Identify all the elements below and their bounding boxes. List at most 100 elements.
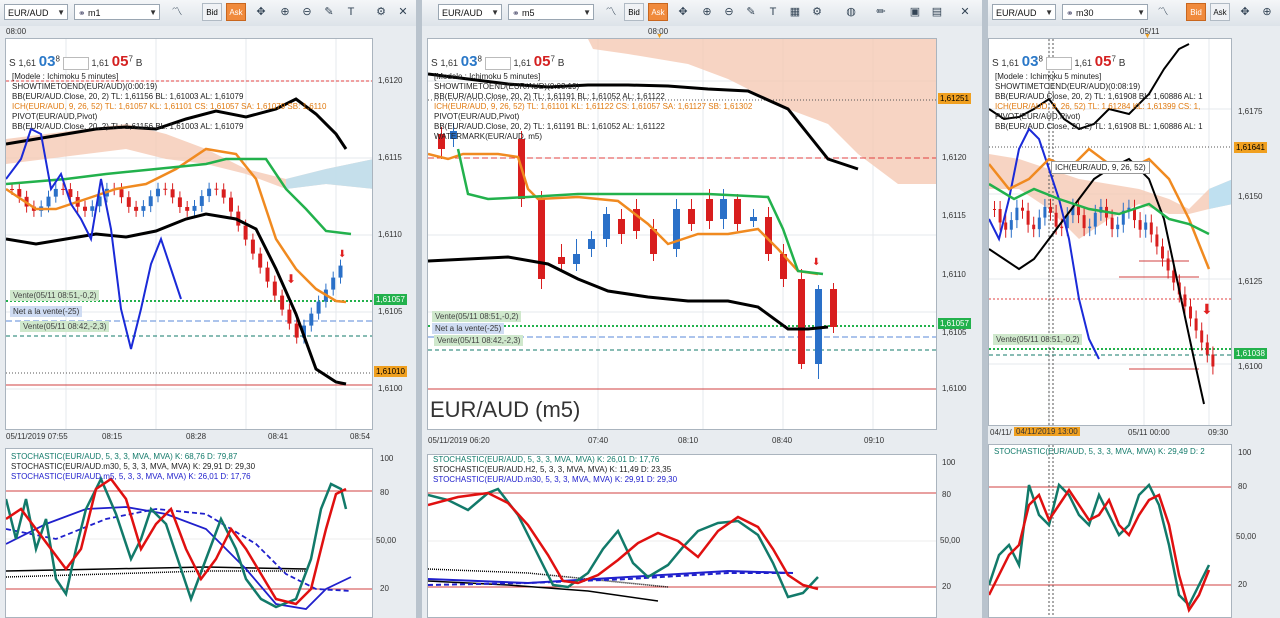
stochastic-chart[interactable]: STOCHASTIC(EUR/AUD, 5, 3, 3, MVA, MVA) K… [427,454,937,618]
indicator-line[interactable]: BB(EUR/AUD.Close, 20, 2) TL: 1,61191 BL:… [434,122,752,132]
x-tick: 08:54 [350,432,371,441]
sell-price-big[interactable]: 03 [39,53,56,70]
stochastic-line[interactable]: STOCHASTIC(EUR/AUD.m30, 5, 3, 3, MVA, MV… [11,462,255,472]
crosshair-icon[interactable]: ✥ [1236,3,1254,21]
indicator-line[interactable]: ICH(EUR/AUD, 9, 26, 52) TL: 1,61101 KL: … [434,102,752,112]
net-position-tag[interactable]: Net a la vente(-25) [10,306,83,317]
candle-body [250,239,255,254]
text-icon[interactable]: T [342,3,360,21]
sell-price-big[interactable]: 03 [1022,53,1039,70]
indicator-line[interactable]: PIVOT(EUR/AUD,Pivot) [12,112,326,122]
candle-body [141,206,146,211]
ask-button[interactable]: Ask [648,3,668,21]
indicator-legend: [Modele : Ichimoku 5 minutes] SHOWTIMETO… [12,72,326,132]
quantity-input[interactable] [1045,56,1072,70]
bid-button[interactable]: Bid [624,3,644,21]
price-tag: 1,61010 [374,366,407,377]
symbol-select[interactable]: EUR/AUD ▼ [438,4,502,20]
buy-price-big[interactable]: 05 [1095,53,1112,70]
indicator-line[interactable]: [Modele : Ichimoku 5 minutes] [995,72,1203,82]
ask-button[interactable]: Ask [1210,3,1230,21]
indicator-line[interactable]: BB(EUR/AUD.Close, 20, 2) TL: 1,61908 BL:… [995,122,1203,132]
draw-icon[interactable]: ✎ [320,3,338,21]
stochastic-chart[interactable]: STOCHASTIC(EUR/AUD, 5, 3, 3, MVA, MVA) K… [5,448,373,618]
line-chart-icon[interactable]: 〽 [1154,3,1172,21]
indicator-line[interactable]: BB(EUR/AUD.Close, 20, 2) TL: 1,61156 BL:… [12,122,326,132]
stochastic-line[interactable]: STOCHASTIC(EUR/AUD.m30, 5, 3, 3, MVA, MV… [433,475,677,485]
image-icon[interactable]: ▣ [906,3,924,21]
stochastic-line[interactable]: STOCHASTIC(EUR/AUD.m5, 5, 3, 3, MVA, MVA… [11,472,255,482]
trade-tag[interactable]: Vente(05/11 08:51,-0,2) [993,334,1083,345]
buy-price-big[interactable]: 05 [534,53,551,70]
indicator-line[interactable]: BB(EUR/AUD.Close, 20, 2) TL: 1,61908 BL:… [995,92,1203,102]
calendar-icon[interactable]: ▦ [786,3,804,21]
stochastic-line[interactable]: STOCHASTIC(EUR/AUD, 5, 3, 3, MVA, MVA) K… [11,452,255,462]
symbol-select[interactable]: EUR/AUD ▼ [4,4,68,20]
candle-body [1054,212,1058,227]
stochastic-line[interactable]: STOCHASTIC(EUR/AUD.H2, 5, 3, 3, MVA, MVA… [433,465,677,475]
price-chart[interactable]: ⬇ ⬇ EUR/AUD (m5) S 1,61 038 1,61 057 B [… [427,38,937,430]
crosshair-icon[interactable]: ✥ [674,3,692,21]
price-chart[interactable]: ⬇ ⬇ S 1,61 038 1,61 057 B [Modele : Ichi… [5,38,373,430]
trade-tag[interactable]: Vente(05/11 08:51,-0,2) [432,311,522,322]
buy-price-big[interactable]: 05 [112,53,129,70]
timeframe-select[interactable]: ⚭ m1 ▼ [74,4,160,20]
draw-icon[interactable]: ✎ [742,3,760,21]
price-chart[interactable]: ⬇ S 1,61 038 1,61 057 B [Modele : Ichimo… [988,38,1232,426]
bid-button[interactable]: Bid [202,3,222,21]
x-tick: 08:40 [772,436,793,445]
stochastic-chart[interactable]: STOCHASTIC(EUR/AUD, 5, 3, 3, MVA, MVA) K… [988,444,1232,618]
trade-tag[interactable]: Vente(05/11 08:42,-2,3) [434,335,524,346]
candle-body [90,206,95,211]
ruler-icon[interactable]: ✏ [872,3,890,21]
gear-icon[interactable]: ⚙ [372,3,390,21]
sell-price-big[interactable]: 03 [461,53,478,70]
text-icon[interactable]: T [764,3,782,21]
bid-button[interactable]: Bid [1186,3,1206,21]
zoom-in-icon[interactable]: ⊕ [1258,3,1276,21]
zoom-out-icon[interactable]: ⊖ [720,3,738,21]
trade-tag[interactable]: Vente(05/11 08:42,-2,3) [20,321,110,332]
indicator-line[interactable]: SHOWTIMETOEND(EUR/AUD)(0:08:19) [995,82,1203,92]
crosshair-icon[interactable]: ✥ [252,3,270,21]
timeframe-label: m5 [522,8,535,18]
indicator-line[interactable]: SHOWTIMETOEND(EUR/AUD)(0:00:19) [12,82,326,92]
stochastic-line[interactable]: STOCHASTIC(EUR/AUD, 5, 3, 3, MVA, MVA) K… [994,447,1205,457]
chart-toolbar: EUR/AUD ▼ ⚭ m1 ▼ 〽 Bid Ask ✥ ⊕ ⊖ ✎ T ⚙ ✕ [0,0,416,27]
indicator-line[interactable]: WATERMARK(EUR/AUD, m5) [434,132,752,142]
stochastic-line[interactable]: STOCHASTIC(EUR/AUD, 5, 3, 3, MVA, MVA) K… [433,455,677,465]
candle-body [1161,246,1164,259]
indicator-line[interactable]: [Modele : Ichimoku 5 minutes] [12,72,326,82]
quote-box: S 1,61 038 1,61 057 B [9,53,142,70]
candle-body [1093,212,1097,227]
indicator-line[interactable]: BB(EUR/AUD.Close, 20, 2) TL: 1,61191 BL:… [434,92,752,102]
indicator-line[interactable]: ICH(EUR/AUD, 9, 26, 52) TL: 1,61284 KL: … [995,102,1203,112]
zoom-out-icon[interactable]: ⊖ [298,3,316,21]
candle-body [316,301,321,314]
net-position-tag[interactable]: Net a la vente(-25) [432,323,505,334]
indicator-line[interactable]: [Modele : Ichimoku 5 minutes] [434,72,752,82]
timeframe-select[interactable]: ⚭ m5 ▼ [508,4,594,20]
indicator-line[interactable]: PIVOT(EUR/AUD,Pivot) [434,112,752,122]
close-icon[interactable]: ✕ [956,3,974,21]
indicator-line[interactable]: ICH(EUR/AUD, 9, 26, 52) TL: 1,61057 KL: … [12,102,326,112]
timeframe-select[interactable]: ⚭ m30 ▼ [1062,4,1148,20]
ask-button[interactable]: Ask [226,3,246,21]
zoom-in-icon[interactable]: ⊕ [698,3,716,21]
close-icon[interactable]: ✕ [394,3,412,21]
line-chart-icon[interactable]: 〽 [168,3,186,21]
quantity-input[interactable] [484,56,511,70]
settings-icon[interactable]: ⚙ [808,3,826,21]
zoom-in-icon[interactable]: ⊕ [276,3,294,21]
candle-body [1200,330,1204,343]
indicator-line[interactable]: PIVOT(EUR/AUD,Pivot) [995,112,1203,122]
indicator-line[interactable]: BB(EUR/AUD.Close, 20, 2) TL: 1,61156 BL:… [12,92,326,102]
quantity-input[interactable] [62,56,89,70]
export-icon[interactable]: ▤ [928,3,946,21]
indicator-line[interactable]: SHOWTIMETOEND(EUR/AUD)(0:03:19) [434,82,752,92]
line-chart-icon[interactable]: 〽 [602,3,620,21]
sell-price-small: 1,61 [18,58,36,68]
trade-tag[interactable]: Vente(05/11 08:51,-0,2) [10,290,100,301]
symbol-select[interactable]: EUR/AUD ▼ [992,4,1056,20]
globe-icon[interactable]: ◍ [842,3,860,21]
